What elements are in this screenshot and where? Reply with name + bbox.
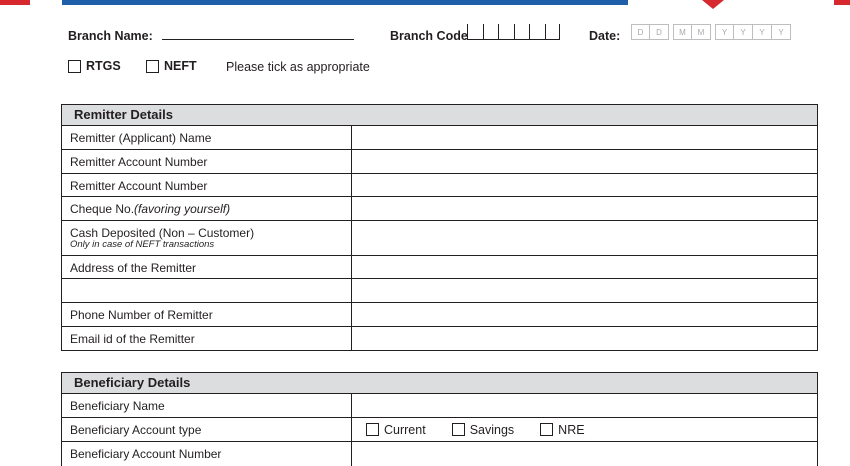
date-month-cell[interactable]: M <box>692 24 711 40</box>
date-day-cell[interactable]: D <box>631 24 650 40</box>
beneficiary-name-label: Beneficiary Name <box>62 394 352 417</box>
top-accent-bar <box>62 0 628 5</box>
remitter-account-field[interactable] <box>352 150 817 173</box>
remitter-address-field[interactable] <box>352 256 817 278</box>
remitter-phone-label: Phone Number of Remitter <box>62 303 352 326</box>
top-arrow-accent <box>702 0 724 9</box>
table-row: Beneficiary Name <box>62 394 817 418</box>
date-day-cell[interactable]: D <box>650 24 669 40</box>
table-row: Address of the Remitter <box>62 256 817 279</box>
date-label: Date: <box>589 29 621 43</box>
cash-deposited-field[interactable] <box>352 221 817 255</box>
beneficiary-section-title: Beneficiary Details <box>62 373 817 394</box>
cheque-no-field[interactable] <box>352 197 817 220</box>
table-row: Cash Deposited (Non – Customer) Only in … <box>62 221 817 256</box>
cash-deposited-sublabel: Only in case of NEFT transactions <box>70 239 215 250</box>
table-row: Remitter Account Number <box>62 174 817 197</box>
rtgs-option[interactable]: RTGS <box>68 59 121 73</box>
remitter-account-field-2[interactable] <box>352 174 817 196</box>
remitter-account-label: Remitter Account Number <box>62 150 352 173</box>
remitter-email-field[interactable] <box>352 327 817 350</box>
date-day-group[interactable]: D D <box>631 24 669 40</box>
branch-code-cell[interactable] <box>544 24 560 40</box>
remitter-address-continued-label <box>62 279 352 302</box>
date-year-cell[interactable]: Y <box>753 24 772 40</box>
table-row: Cheque No.(favoring yourself) <box>62 197 817 221</box>
top-left-accent <box>0 0 30 5</box>
rtgs-checkbox[interactable] <box>68 59 81 73</box>
cash-deposited-text: Cash Deposited (Non – Customer) <box>70 226 255 240</box>
branch-code-field[interactable] <box>467 24 560 40</box>
account-type-current[interactable]: Current <box>366 423 426 437</box>
table-row: Phone Number of Remitter <box>62 303 817 327</box>
table-row <box>62 279 817 303</box>
date-year-cell[interactable]: Y <box>772 24 791 40</box>
remitter-email-label: Email id of the Remitter <box>62 327 352 350</box>
current-checkbox[interactable] <box>366 423 379 436</box>
branch-code-cell[interactable] <box>467 24 483 40</box>
branch-code-cell[interactable] <box>513 24 530 40</box>
table-row: Remitter Account Number <box>62 150 817 174</box>
savings-checkbox[interactable] <box>451 423 465 436</box>
beneficiary-section: Beneficiary Details Beneficiary Name Ben… <box>61 372 818 466</box>
nre-checkbox[interactable] <box>540 423 554 436</box>
rtgs-label: RTGS <box>86 59 121 73</box>
account-type-savings[interactable]: Savings <box>451 422 515 437</box>
tick-instruction: Please tick as appropriate <box>226 60 370 74</box>
date-field[interactable]: D D M M Y Y Y Y <box>631 24 791 40</box>
beneficiary-account-number-label: Beneficiary Account Number <box>62 442 352 466</box>
neft-checkbox[interactable] <box>146 59 159 73</box>
nre-label: NRE <box>558 422 585 437</box>
date-month-group[interactable]: M M <box>673 24 711 40</box>
remitter-name-label: Remitter (Applicant) Name <box>62 126 352 149</box>
table-row: Beneficiary Account type Current Savings… <box>62 418 817 442</box>
remitter-section-title: Remitter Details <box>62 105 817 126</box>
date-year-cell[interactable]: Y <box>734 24 753 40</box>
table-row: Beneficiary Account Number <box>62 442 817 466</box>
table-row: Remitter (Applicant) Name <box>62 126 817 150</box>
cheque-no-text: Cheque No. <box>70 202 135 216</box>
remitter-address-field-2[interactable] <box>352 279 817 302</box>
remitter-phone-field[interactable] <box>352 303 817 326</box>
cheque-no-note: (favoring yourself) <box>134 202 231 216</box>
beneficiary-account-number-field[interactable] <box>352 442 817 466</box>
branch-code-cell[interactable] <box>482 24 499 40</box>
remitter-name-field[interactable] <box>352 126 817 149</box>
cheque-no-label: Cheque No.(favoring yourself) <box>62 197 352 220</box>
remitter-section: Remitter Details Remitter (Applicant) Na… <box>61 104 818 351</box>
branch-name-label: Branch Name: <box>68 29 153 43</box>
remitter-address-label: Address of the Remitter <box>62 256 352 278</box>
top-right-accent <box>834 0 850 5</box>
current-label: Current <box>384 422 426 437</box>
account-type-nre[interactable]: NRE <box>540 422 585 437</box>
branch-name-field[interactable] <box>162 39 354 40</box>
cash-deposited-label: Cash Deposited (Non – Customer) Only in … <box>62 221 352 255</box>
branch-code-cell[interactable] <box>498 24 514 40</box>
beneficiary-account-type-label: Beneficiary Account type <box>62 418 352 441</box>
beneficiary-name-field[interactable] <box>352 394 817 417</box>
beneficiary-account-type-options: Current Savings NRE <box>352 418 817 441</box>
remitter-account-label-2: Remitter Account Number <box>62 174 352 196</box>
date-year-group[interactable]: Y Y Y Y <box>715 24 791 40</box>
table-row: Email id of the Remitter <box>62 327 817 350</box>
neft-option[interactable]: NEFT <box>146 59 197 73</box>
neft-label: NEFT <box>164 59 197 73</box>
branch-code-label: Branch Code <box>390 29 468 43</box>
savings-label: Savings <box>469 422 515 437</box>
date-month-cell[interactable]: M <box>673 24 692 40</box>
branch-code-cell[interactable] <box>529 24 545 40</box>
date-year-cell[interactable]: Y <box>715 24 734 40</box>
